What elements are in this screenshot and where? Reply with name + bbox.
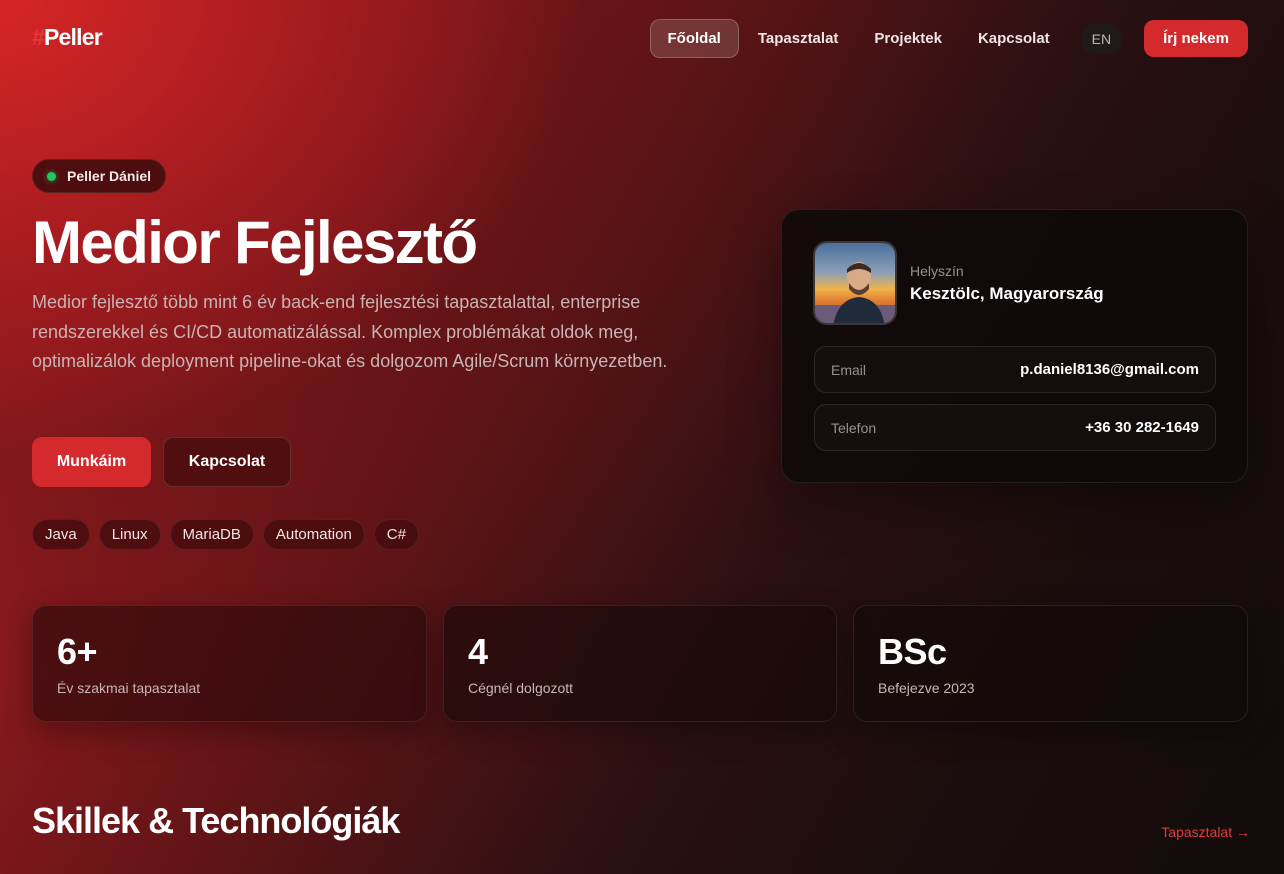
- badge-label: Peller Dániel: [67, 168, 152, 184]
- experience-link[interactable]: Tapasztalat →: [1161, 824, 1250, 840]
- nav-link-contact[interactable]: Kapcsolat: [961, 20, 1067, 57]
- my-works-button[interactable]: Munkáim: [32, 437, 151, 487]
- stat-label: Cégnél dolgozott: [468, 680, 574, 696]
- skill-tag: C#: [373, 519, 419, 550]
- phone-label: Telefon: [831, 419, 877, 436]
- phone-value[interactable]: +36 30 282-1649: [1085, 419, 1199, 436]
- location-label: Helyszín: [910, 263, 964, 279]
- skills-section-title: Skillek & Technológiák: [32, 800, 400, 841]
- email-label: Email: [831, 361, 867, 378]
- write-me-button[interactable]: Írj nekem: [1144, 20, 1248, 57]
- location-value: Kesztölc, Magyarország: [910, 284, 1104, 303]
- brand-logo[interactable]: # Peller: [32, 24, 103, 51]
- email-value[interactable]: p.daniel8136@gmail.com: [1020, 361, 1199, 378]
- stat-value: BSc: [878, 631, 947, 672]
- main-nav: Főoldal Tapasztalat Projektek Kapcsolat …: [649, 19, 1248, 58]
- stat-value: 6+: [57, 631, 98, 672]
- nav-link-home[interactable]: Főoldal: [649, 19, 739, 58]
- skill-tag: Java: [32, 519, 90, 550]
- avatar-photo: [815, 243, 895, 323]
- skill-tag: Automation: [262, 519, 365, 550]
- profile-card: Helyszín Kesztölc, Magyarország Email p.…: [781, 209, 1248, 483]
- language-toggle[interactable]: EN: [1080, 23, 1123, 54]
- name-badge: Peller Dániel: [32, 159, 167, 193]
- nav-link-projects[interactable]: Projektek: [857, 20, 959, 57]
- hero-description: Medior fejlesztő több mint 6 év back-end…: [32, 292, 668, 371]
- online-status-dot: [47, 171, 56, 181]
- stat-label: Év szakmai tapasztalat: [57, 680, 201, 696]
- skill-tags: Java Linux MariaDB Automation C#: [32, 519, 428, 550]
- stat-value: 4: [468, 631, 488, 672]
- hero-title: Medior Fejlesztő: [32, 209, 478, 276]
- phone-row[interactable]: Telefon +36 30 282-1649: [814, 404, 1216, 451]
- contact-button[interactable]: Kapcsolat: [163, 437, 291, 487]
- skill-tag: Linux: [98, 519, 161, 550]
- email-row[interactable]: Email p.daniel8136@gmail.com: [814, 346, 1216, 393]
- avatar: [813, 241, 897, 325]
- logo-hash: #: [32, 24, 45, 50]
- nav-link-experience[interactable]: Tapasztalat: [741, 20, 856, 57]
- stat-card-companies: 4 Cégnél dolgozott: [443, 605, 837, 722]
- stat-card-degree: BSc Befejezve 2023: [853, 605, 1248, 722]
- stat-label: Befejezve 2023: [878, 680, 975, 696]
- stat-card-experience: 6+ Év szakmai tapasztalat: [32, 605, 427, 722]
- logo-name: Peller: [44, 24, 103, 50]
- skill-tag: MariaDB: [169, 519, 254, 550]
